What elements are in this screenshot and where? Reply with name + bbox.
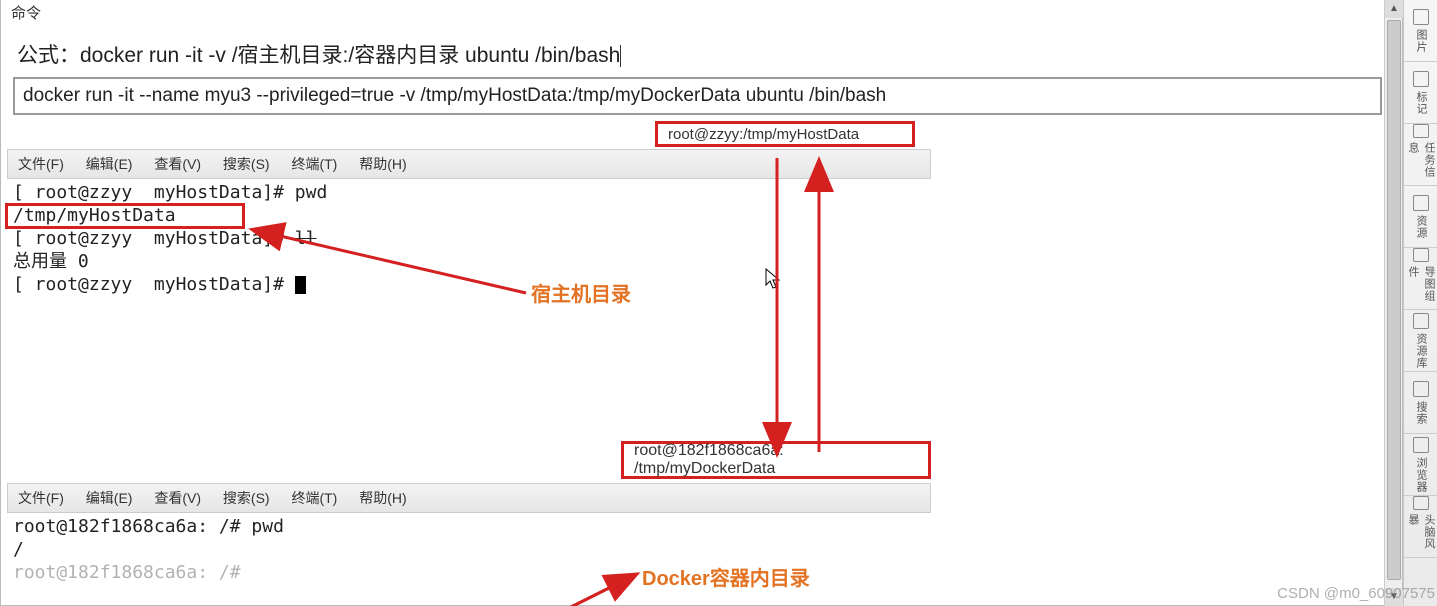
menu-file[interactable]: 文件(F) — [18, 490, 64, 506]
cmd-ll: ll — [295, 228, 317, 249]
prompt-host: [ root@zzyy — [13, 228, 132, 249]
formula-prefix: 公式： — [17, 44, 80, 67]
rp-mark[interactable]: 标记 — [1404, 62, 1437, 124]
panel-icon — [1413, 313, 1429, 329]
annotation-docker-label: Docker容器内目录 — [642, 562, 810, 591]
menu-help[interactable]: 帮助(H) — [359, 490, 406, 506]
panel-icon — [1413, 248, 1429, 262]
editor-canvas: 命令 公式：docker run -it -v /宿主机目录:/容器内目录 ub… — [0, 0, 1403, 606]
panel-icon — [1413, 9, 1429, 25]
prompt-host: [ root@zzyy — [13, 274, 132, 295]
text-caret — [620, 45, 621, 67]
watermark: CSDN @m0_60907575 — [1277, 585, 1435, 602]
mouse-cursor-icon — [765, 268, 781, 290]
rp-lib[interactable]: 资源库 — [1404, 310, 1437, 372]
panel-icon — [1413, 381, 1429, 397]
rp-mind[interactable]: 导图组件 — [1404, 248, 1437, 310]
formula-line: 公式：docker run -it -v /宿主机目录:/容器内目录 ubunt… — [7, 25, 1388, 77]
menu-view[interactable]: 查看(V) — [154, 490, 201, 506]
terminal-docker-title: root@182f1868ca6a: /tmp/myDockerData — [621, 441, 931, 479]
scrollbar-thumb[interactable] — [1387, 20, 1401, 580]
menu-help[interactable]: 帮助(H) — [359, 156, 406, 172]
cmd-pwd-docker: root@182f1868ca6a: /# pwd — [13, 515, 925, 538]
menu-file[interactable]: 文件(F) — [18, 156, 64, 172]
output-total: 总用量 0 — [13, 250, 925, 273]
panel-label: 任务信息 — [1405, 142, 1437, 185]
panel-icon — [1413, 124, 1429, 138]
annotation-host-label: 宿主机目录 — [531, 278, 631, 307]
terminal-cursor-icon — [295, 276, 306, 294]
prompt-path: myHostData]# — [154, 228, 284, 249]
terminal-host-window: root@zzyy:/tmp/myHostData 文件(F) 编辑(E) 查看… — [7, 121, 931, 439]
panel-label: 图片 — [1413, 29, 1429, 53]
output-root: / — [13, 538, 925, 561]
panel-icon — [1413, 437, 1429, 453]
terminal-docker-menubar: 文件(F) 编辑(E) 查看(V) 搜索(S) 终端(T) 帮助(H) — [7, 483, 931, 513]
prompt-path: myHostData]# — [154, 182, 284, 203]
panel-icon — [1413, 71, 1429, 87]
panel-label: 搜索 — [1413, 401, 1429, 425]
prompt-host: [ root@zzyy — [13, 182, 132, 203]
formula-text: docker run -it -v /宿主机目录:/容器内目录 ubuntu /… — [80, 44, 620, 67]
menu-edit[interactable]: 编辑(E) — [86, 490, 133, 506]
rp-resource[interactable]: 资源 — [1404, 186, 1437, 248]
panel-label: 导图组件 — [1405, 266, 1437, 309]
panel-icon — [1413, 496, 1429, 510]
terminal-host-body[interactable]: [ root@zzyy myHostData]# pwd /tmp/myHost… — [7, 179, 931, 439]
panel-label: 资源库 — [1413, 333, 1429, 369]
panel-label: 标记 — [1413, 91, 1429, 115]
cmd-pwd: pwd — [295, 182, 328, 203]
section-title: 命令 — [7, 0, 1388, 25]
menu-search[interactable]: 搜索(S) — [223, 490, 270, 506]
highlight-host-path — [5, 203, 245, 229]
menu-terminal[interactable]: 终端(T) — [291, 490, 337, 506]
menu-search[interactable]: 搜索(S) — [223, 156, 270, 172]
panel-label: 资源 — [1413, 215, 1429, 239]
rp-browser[interactable]: 浏览器 — [1404, 434, 1437, 496]
rp-brain[interactable]: 头脑风暴 — [1404, 496, 1437, 558]
rp-task[interactable]: 任务信息 — [1404, 124, 1437, 186]
terminal-host-menubar: 文件(F) 编辑(E) 查看(V) 搜索(S) 终端(T) 帮助(H) — [7, 149, 931, 179]
menu-terminal[interactable]: 终端(T) — [291, 156, 337, 172]
rp-image[interactable]: 图片 — [1404, 0, 1437, 62]
right-sidebar: 图片标记任务信息资源导图组件资源库搜索浏览器头脑风暴 — [1403, 0, 1437, 606]
terminal-host-title: root@zzyy:/tmp/myHostData — [655, 121, 915, 147]
panel-label: 头脑风暴 — [1405, 514, 1437, 557]
vertical-scrollbar[interactable]: ▲ ▼ — [1384, 0, 1402, 606]
panel-icon — [1413, 195, 1429, 211]
rp-search[interactable]: 搜索 — [1404, 372, 1437, 434]
scroll-up-icon[interactable]: ▲ — [1385, 0, 1403, 18]
menu-edit[interactable]: 编辑(E) — [86, 156, 133, 172]
prompt-path: myHostData]# — [154, 274, 284, 295]
command-box: docker run -it --name myu3 --privileged=… — [13, 77, 1382, 115]
panel-label: 浏览器 — [1413, 457, 1429, 493]
menu-view[interactable]: 查看(V) — [154, 156, 201, 172]
